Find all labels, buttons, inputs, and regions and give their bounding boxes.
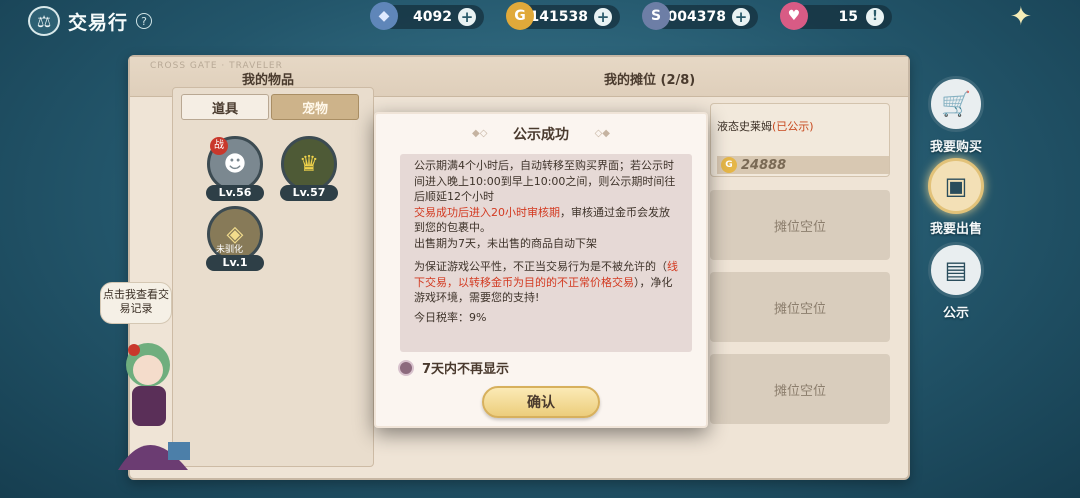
confirm-button[interactable]: 确认: [482, 386, 600, 418]
stall-item-title: 液态史莱姆: [717, 120, 772, 133]
gold-counter: G 141538 +: [506, 2, 620, 30]
title-deco-right-icon: ◇◆: [594, 128, 610, 139]
gold-value: 141538: [529, 9, 588, 25]
checkbox-icon[interactable]: [398, 359, 414, 376]
my-items-title: 我的物品: [242, 73, 295, 88]
tab-items[interactable]: 道具: [181, 94, 269, 120]
checkbox-label: 7天内不再显示: [422, 362, 510, 377]
untamed-tag: 未驯化: [216, 245, 244, 255]
pet-item[interactable]: ◈ 未驯化 Lv.1: [206, 206, 264, 271]
notice-label: 公示: [942, 306, 969, 321]
pet-level: Lv.1: [206, 255, 264, 271]
buy-menu-button[interactable]: 🛒 我要购买: [924, 76, 988, 155]
rule-highlight: 交易成功后进入20小时审核期: [414, 205, 560, 219]
dont-show-checkbox[interactable]: 7天内不再显示: [398, 358, 509, 377]
silver-counter: S 2004378 +: [642, 2, 758, 30]
stall-slot-empty[interactable]: 摊位空位: [710, 190, 890, 260]
dialog-title: 公示成功: [513, 127, 569, 143]
gold-coin-icon: G: [506, 2, 534, 30]
chest-icon: ▣: [928, 158, 984, 214]
gold-coin-icon: G: [721, 157, 737, 173]
scale-icon[interactable]: ⚖: [28, 6, 60, 36]
rule-text: 出售期为7天，未出售的商品自动下架: [414, 236, 597, 250]
npc-speech-bubble[interactable]: 点击我查看交易记录: [100, 282, 172, 324]
stall-slot-item[interactable]: 液态史莱姆(已公示) G 24888: [710, 103, 890, 177]
buy-label: 我要购买: [929, 140, 982, 155]
sell-label: 我要出售: [929, 222, 982, 237]
stall-slot-empty[interactable]: 摊位空位: [710, 354, 890, 424]
stall-item-name: 液态史莱姆(已公示): [717, 118, 814, 134]
add-gold-button[interactable]: +: [594, 8, 612, 26]
pet-portrait-icon: ☻: [223, 151, 247, 177]
stall-price-value: 24888: [741, 157, 787, 173]
add-silver-button[interactable]: +: [732, 8, 750, 26]
crystal-value: 4092: [413, 9, 452, 25]
rule-paragraph-2: 为保证游戏公平性，不正当交易行为是不被允许的（线下交易，以转移金币为目的的不正常…: [414, 259, 678, 306]
crystal-counter: ◆ 4092 +: [370, 2, 484, 30]
pet-level: Lv.57: [280, 185, 338, 201]
sparkle-icon[interactable]: ✦: [1010, 2, 1040, 32]
rule-text: 公示期满4个小时后，自动转移至购买界面；若公示时间进入晚上10:00到早上10:…: [414, 159, 676, 203]
title-area: ⚖ 交易行 ?: [28, 6, 153, 36]
pet-level: Lv.56: [206, 185, 264, 201]
pet-item[interactable]: ☻ 战 Lv.56: [206, 136, 264, 201]
heart-value: 15: [838, 9, 858, 25]
silver-coin-icon: S: [642, 2, 670, 30]
sell-menu-button[interactable]: ▣ 我要出售: [924, 158, 988, 237]
heart-icon: ♥: [780, 2, 808, 30]
crystal-icon: ◆: [370, 2, 398, 30]
tax-rate: 今日税率：9%: [414, 310, 487, 324]
cart-icon: 🛒: [928, 76, 984, 132]
npc-girl-icon[interactable]: [108, 330, 204, 480]
board-icon: ▤: [928, 242, 984, 298]
add-crystal-button[interactable]: +: [458, 8, 476, 26]
rule-paragraph-1: 公示期满4个小时后，自动转移至购买界面；若公示时间进入晚上10:00到早上10:…: [414, 158, 678, 251]
rule-text: 为保证游戏公平性，不正当交易行为是不被允许的（: [414, 260, 667, 273]
pet-item[interactable]: ♛ Lv.57: [280, 136, 338, 201]
notice-menu-button[interactable]: ▤ 公示: [924, 242, 988, 321]
battle-badge: 战: [210, 137, 228, 155]
pet-portrait-icon: ♛: [299, 151, 319, 177]
heart-counter: ♥ 15 !: [780, 2, 892, 30]
stall-item-price: G 24888: [717, 156, 889, 174]
tab-pets[interactable]: 宠物: [271, 94, 359, 120]
heart-info-button[interactable]: !: [866, 8, 884, 26]
dialog-body: 公示期满4个小时后，自动转移至购买界面；若公示时间进入晚上10:00到早上10:…: [400, 154, 692, 352]
notice-success-dialog: ◆◇ 公示成功 ◇◆ 公示期满4个小时后，自动转移至购买界面；若公示时间进入晚上…: [374, 112, 708, 428]
stall-slot-empty[interactable]: 摊位空位: [710, 272, 890, 342]
page-title: 交易行: [68, 11, 129, 34]
stall-item-status: (已公示): [772, 120, 814, 133]
help-icon[interactable]: ?: [136, 13, 153, 29]
top-bar: ⚖ 交易行 ? ◆ 4092 + G 141538 + S 2004378 + …: [0, 0, 1080, 40]
my-stalls-title: 我的摊位 (2/8): [604, 73, 696, 88]
